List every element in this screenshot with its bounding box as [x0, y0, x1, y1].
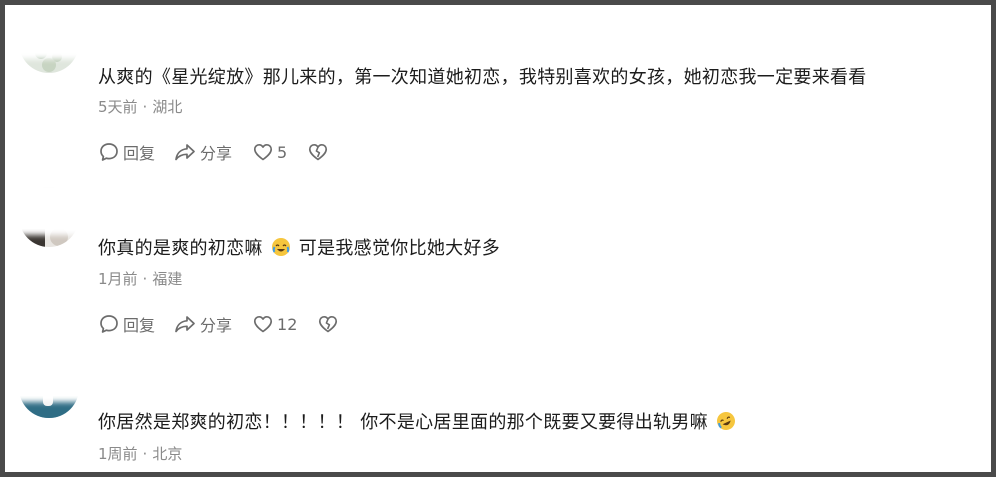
comment-location: 湖北 — [152, 98, 183, 116]
comment-meta: 1周前 · 北京 — [98, 443, 182, 464]
dislike-button[interactable] — [317, 313, 339, 335]
comment-bubble-icon — [98, 313, 120, 335]
username-mask — [5, 189, 151, 229]
reply-label: 回复 — [123, 316, 156, 335]
comment-text: 你居然是郑爽的初恋！！！！！ 你不是心居里面的那个既要又要得出轨男嘛 — [98, 408, 738, 434]
comment-text: 从爽的《星光绽放》那儿来的，第一次知道她初恋，我特别喜欢的女孩，她初恋我一定要来… — [98, 67, 867, 88]
comment-location: 福建 — [152, 270, 183, 288]
share-button[interactable]: 分享 — [173, 140, 232, 164]
comment-actions: 回复 分享 12 — [98, 312, 339, 336]
like-button[interactable]: 12 — [252, 313, 297, 335]
rofl-emoji — [716, 411, 736, 431]
like-button[interactable]: 5 — [252, 141, 287, 163]
comment-list: 从爽的《星光绽放》那儿来的，第一次知道她初恋，我特别喜欢的女孩，她初恋我一定要来… — [5, 5, 991, 472]
reply-label: 回复 — [123, 144, 156, 163]
comment-text-part: 你居然是郑爽的初恋！！！！！ 你不是心居里面的那个既要又要得出轨男嘛 — [98, 412, 708, 433]
like-count: 12 — [277, 314, 298, 334]
meta-separator: · — [142, 270, 148, 288]
broken-heart-icon — [307, 141, 329, 163]
share-button[interactable]: 分享 — [173, 312, 232, 336]
dislike-button[interactable] — [307, 141, 329, 163]
crying-laughing-emoji — [271, 237, 291, 257]
comment-text-part: 你真的是爽的初恋嘛 — [98, 238, 263, 259]
meta-separator: · — [142, 445, 148, 463]
broken-heart-icon — [317, 313, 339, 335]
like-count: 5 — [277, 142, 288, 162]
comment-text-part: 可是我感觉你比她大好多 — [298, 238, 501, 259]
reply-button[interactable]: 回复 — [98, 312, 155, 336]
username-mask — [5, 13, 205, 53]
comment-actions: 回复 分享 5 — [98, 140, 329, 164]
comment-meta: 5天前 · 湖北 — [98, 96, 182, 117]
meta-separator: · — [142, 98, 148, 116]
heart-icon — [252, 141, 274, 163]
heart-icon — [252, 313, 274, 335]
comment-meta: 1月前 · 福建 — [98, 268, 182, 289]
comment-time: 1周前 — [98, 445, 138, 463]
share-arrow-icon — [173, 313, 197, 335]
share-label: 分享 — [200, 144, 233, 163]
comment-location: 北京 — [152, 445, 183, 463]
comment-time: 5天前 — [98, 98, 138, 116]
comment-time: 1月前 — [98, 270, 138, 288]
reply-button[interactable]: 回复 — [98, 140, 155, 164]
share-label: 分享 — [200, 316, 233, 335]
comment-text: 你真的是爽的初恋嘛 可是我感觉你比她大好多 — [98, 234, 500, 260]
username-mask — [5, 358, 195, 396]
comment-bubble-icon — [98, 141, 120, 163]
share-arrow-icon — [173, 141, 197, 163]
